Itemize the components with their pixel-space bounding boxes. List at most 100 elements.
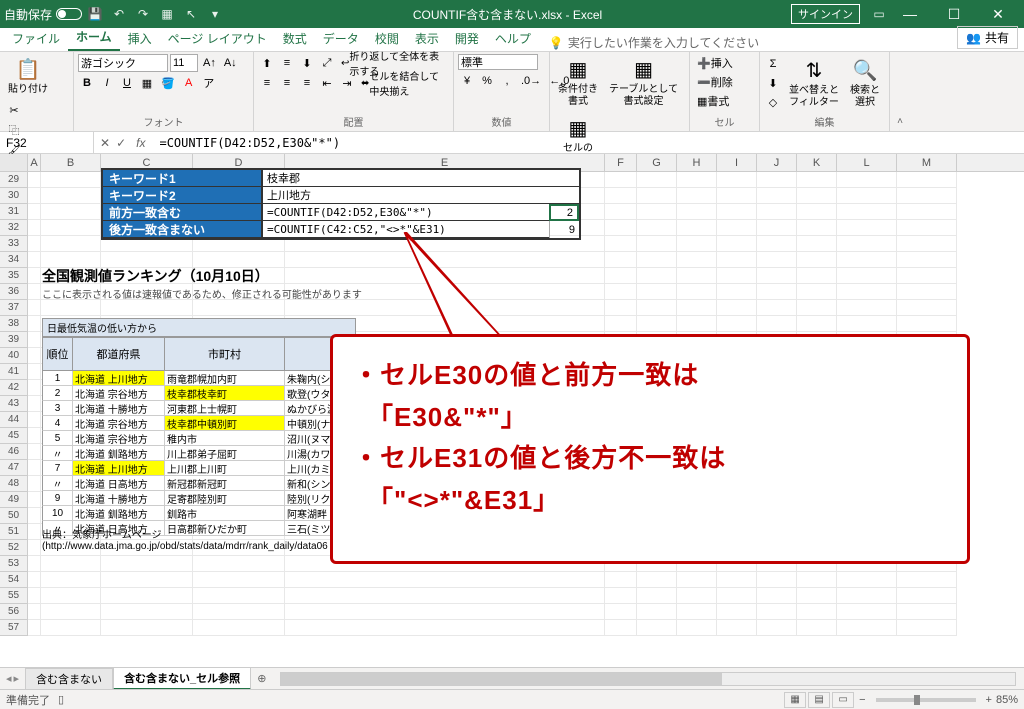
cell[interactable] (717, 588, 757, 604)
cell[interactable] (28, 380, 41, 396)
percent-button[interactable]: % (478, 72, 496, 90)
cell[interactable] (41, 572, 101, 588)
orientation-button[interactable]: ⤢ (318, 54, 336, 72)
cell[interactable] (897, 620, 957, 636)
cell[interactable] (897, 204, 957, 220)
cell[interactable] (717, 172, 757, 188)
cell[interactable] (677, 172, 717, 188)
table-cell[interactable]: 北海道 十勝地方 (73, 491, 165, 505)
table-cell[interactable]: 〃 (43, 446, 73, 460)
sheet-nav-prev[interactable]: ▸ (14, 672, 20, 685)
table-cell[interactable]: 北海道 宗谷地方 (73, 416, 165, 430)
cell[interactable] (41, 236, 101, 252)
align-right-button[interactable]: ≡ (298, 74, 316, 92)
kw1-value[interactable]: 枝幸郡 (261, 170, 579, 187)
cell[interactable] (28, 188, 41, 204)
cell[interactable] (285, 572, 605, 588)
cell[interactable] (717, 252, 757, 268)
cell[interactable] (605, 604, 637, 620)
cell[interactable] (677, 604, 717, 620)
cell[interactable] (757, 604, 797, 620)
cell[interactable] (28, 556, 41, 572)
conditional-format-button[interactable]: ▦条件付き 書式 (554, 54, 602, 110)
table-cell[interactable]: 釧路市 (165, 506, 285, 520)
align-bottom-button[interactable]: ⬇ (298, 54, 316, 72)
signin-button[interactable]: サインイン (791, 4, 860, 24)
cell[interactable] (41, 220, 101, 236)
cell[interactable] (897, 172, 957, 188)
table-cell[interactable]: 枝幸郡中頓別町 (165, 416, 285, 430)
cell[interactable] (717, 284, 757, 300)
cell[interactable] (605, 172, 637, 188)
cell[interactable] (285, 604, 605, 620)
cell[interactable] (797, 236, 837, 252)
row-header[interactable]: 44 (0, 412, 28, 428)
qat-more-icon[interactable]: ▾ (206, 5, 224, 23)
format-as-table-button[interactable]: ▦テーブルとして 書式設定 (605, 54, 682, 110)
cell[interactable] (28, 412, 41, 428)
fill-button[interactable]: ⬇ (764, 74, 782, 92)
cell[interactable] (837, 604, 897, 620)
table-cell[interactable]: 北海道 宗谷地方 (73, 431, 165, 445)
row-header[interactable]: 31 (0, 204, 28, 220)
cell[interactable] (101, 620, 193, 636)
cell[interactable] (837, 204, 897, 220)
cell[interactable] (101, 588, 193, 604)
cell[interactable] (717, 620, 757, 636)
row-header[interactable]: 49 (0, 492, 28, 508)
cell[interactable] (717, 604, 757, 620)
cell[interactable] (193, 604, 285, 620)
cell[interactable] (717, 300, 757, 316)
row-header[interactable]: 37 (0, 300, 28, 316)
cell[interactable] (637, 300, 677, 316)
close-button[interactable]: ✕ (976, 0, 1020, 28)
fill-color-button[interactable]: 🪣 (158, 74, 178, 92)
cell[interactable] (717, 204, 757, 220)
cell[interactable] (28, 540, 41, 556)
cell[interactable] (101, 556, 193, 572)
cell[interactable] (28, 364, 41, 380)
cell[interactable] (605, 204, 637, 220)
enter-formula-button[interactable]: ✓ (116, 136, 126, 150)
col-header[interactable]: A (28, 154, 41, 171)
normal-view-button[interactable]: ▦ (784, 692, 806, 708)
col-header[interactable]: L (837, 154, 897, 171)
table-cell[interactable]: 北海道 上川地方 (73, 461, 165, 475)
cell[interactable] (605, 300, 637, 316)
increase-font-button[interactable]: A↑ (200, 54, 219, 72)
cell[interactable] (637, 572, 677, 588)
cell[interactable] (757, 300, 797, 316)
tab-home[interactable]: ホーム (68, 24, 120, 51)
worksheet-grid[interactable]: A B C D E F G H I J K L M 29303132333435… (0, 154, 1024, 674)
cell[interactable] (41, 604, 101, 620)
cell[interactable] (717, 236, 757, 252)
cell[interactable] (28, 604, 41, 620)
cell[interactable] (28, 316, 41, 332)
col-header[interactable]: B (41, 154, 101, 171)
cell[interactable] (28, 220, 41, 236)
forward-match-result[interactable]: 2 (549, 204, 579, 221)
cell[interactable] (605, 316, 637, 332)
cell[interactable] (41, 172, 101, 188)
cell[interactable] (41, 556, 101, 572)
cell[interactable] (637, 268, 677, 284)
row-header[interactable]: 40 (0, 348, 28, 364)
row-header[interactable]: 50 (0, 508, 28, 524)
align-left-button[interactable]: ≡ (258, 74, 276, 92)
table-cell[interactable]: 2 (43, 386, 73, 400)
cell[interactable] (837, 252, 897, 268)
cell[interactable] (837, 284, 897, 300)
cell[interactable] (797, 316, 837, 332)
align-top-button[interactable]: ⬆ (258, 54, 276, 72)
cell[interactable] (28, 492, 41, 508)
cell[interactable] (897, 236, 957, 252)
tab-developer[interactable]: 開発 (447, 26, 487, 51)
table-cell[interactable]: 10 (43, 506, 73, 520)
currency-button[interactable]: ¥ (458, 72, 476, 90)
row-header[interactable]: 34 (0, 252, 28, 268)
table-cell[interactable]: 7 (43, 461, 73, 475)
cell[interactable] (605, 572, 637, 588)
row-header[interactable]: 56 (0, 604, 28, 620)
autosum-button[interactable]: Σ (764, 55, 782, 73)
cell[interactable] (28, 572, 41, 588)
